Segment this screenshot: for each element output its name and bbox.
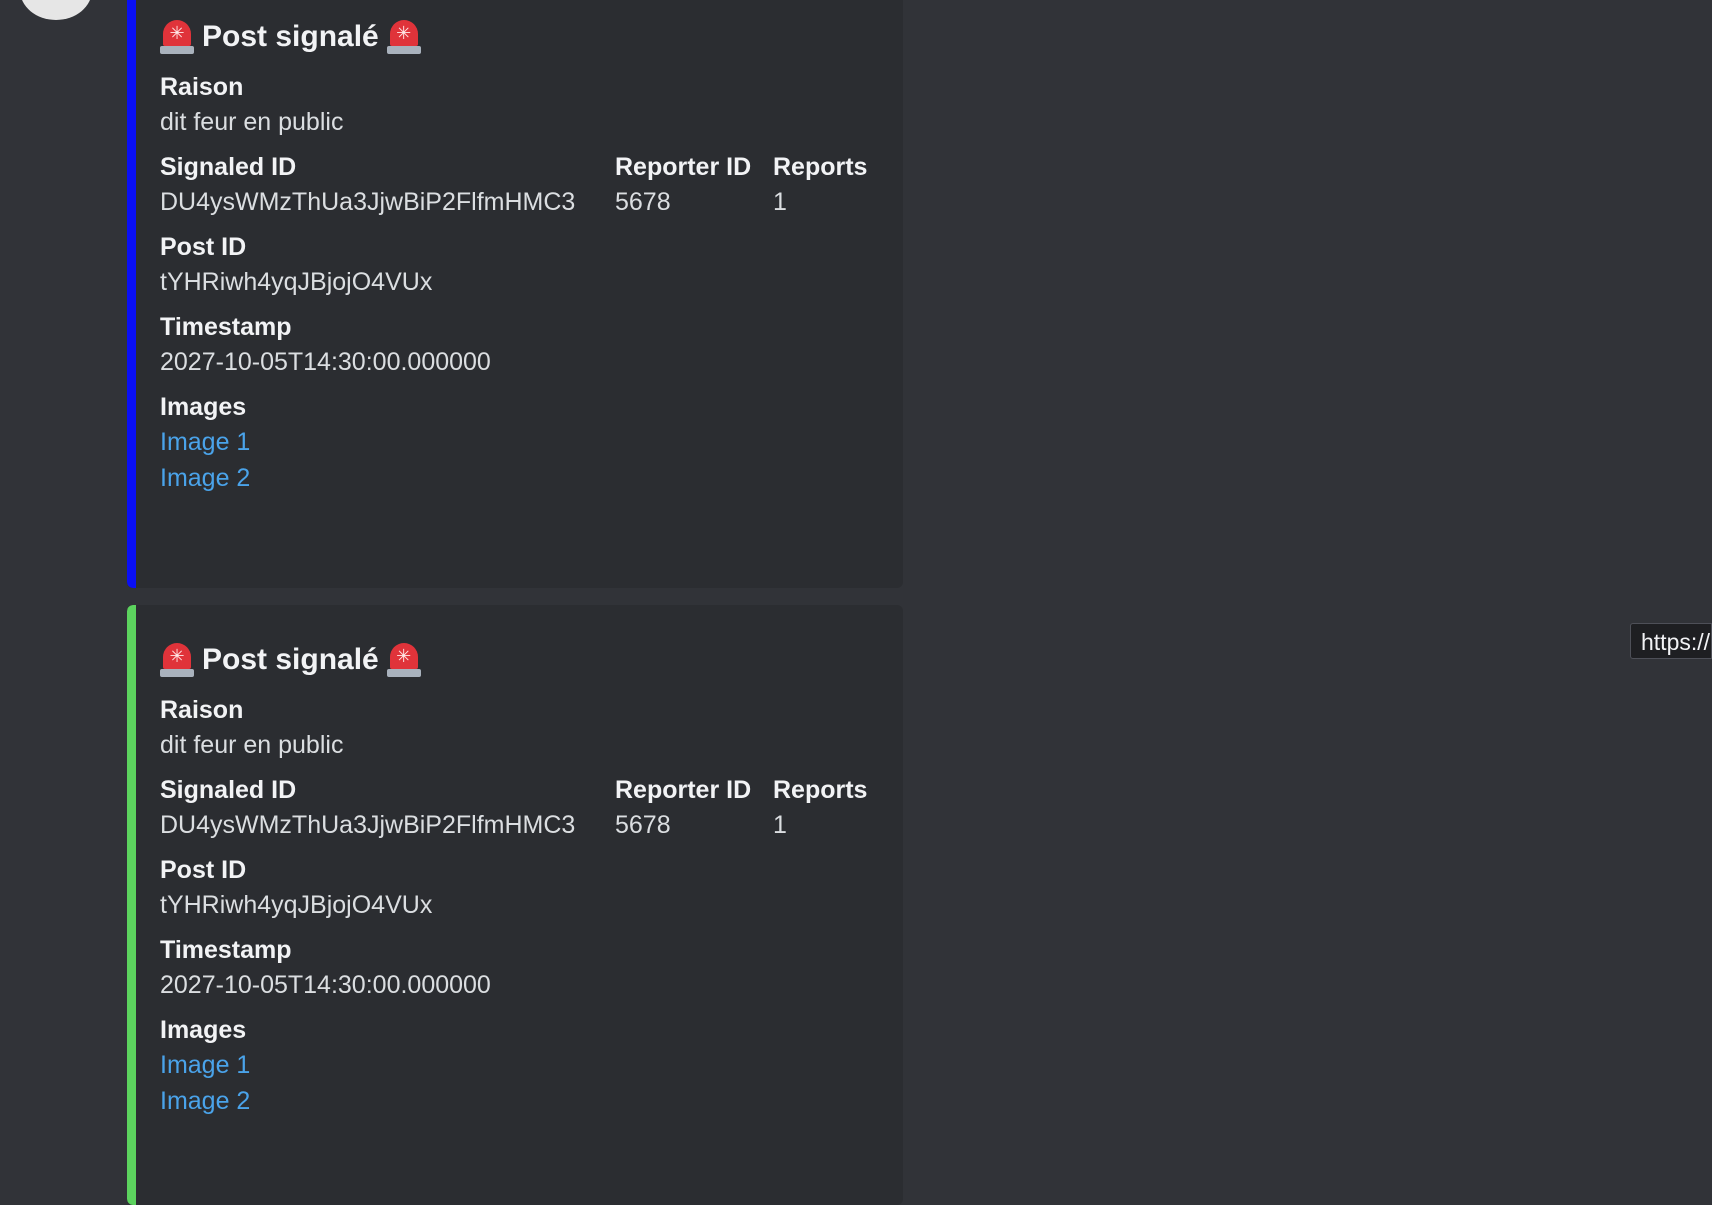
embed-title-text: Post signalé bbox=[202, 643, 379, 676]
report-embed: ✳ Post signalé ✳ Raison dit feur en publ… bbox=[127, 0, 903, 588]
field-value: tYHRiwh4yqJBjojO4VUx bbox=[160, 268, 433, 296]
field-value: 2027-10-05T14:30:00.000000 bbox=[160, 348, 491, 376]
image-link[interactable]: Image 2 bbox=[160, 1083, 887, 1119]
image-link[interactable]: Image 1 bbox=[160, 1047, 887, 1083]
field-value: 1 bbox=[773, 188, 787, 216]
field-label: Signaled ID bbox=[160, 776, 297, 804]
field-raison: Raison dit feur en public bbox=[160, 70, 887, 140]
field-signaled-id: Signaled ID DU4ysWMzThUa3JjwBiP2FlfmHMC3 bbox=[160, 150, 615, 220]
image-link[interactable]: Image 1 bbox=[160, 424, 887, 460]
field-value: tYHRiwh4yqJBjojO4VUx bbox=[160, 891, 433, 919]
field-reporter-id: Reporter ID 5678 bbox=[615, 150, 773, 220]
field-label: Raison bbox=[160, 696, 244, 724]
image-link[interactable]: Image 2 bbox=[160, 460, 887, 496]
field-reports: Reports 1 bbox=[773, 150, 883, 220]
field-signaled-id: Signaled ID DU4ysWMzThUa3JjwBiP2FlfmHMC3 bbox=[160, 773, 615, 843]
embed-title: ✳ Post signalé ✳ bbox=[160, 637, 887, 683]
field-reporter-id: Reporter ID 5678 bbox=[615, 773, 773, 843]
field-value: 2027-10-05T14:30:00.000000 bbox=[160, 971, 491, 999]
field-value: 1 bbox=[773, 811, 787, 839]
field-timestamp: Timestamp 2027-10-05T14:30:00.000000 bbox=[160, 310, 887, 380]
field-label: Images bbox=[160, 1016, 247, 1044]
field-value: dit feur en public bbox=[160, 108, 344, 136]
field-value: 5678 bbox=[615, 811, 671, 839]
field-label: Timestamp bbox=[160, 313, 292, 341]
rotating-light-icon: ✳ bbox=[386, 643, 421, 677]
embed-accent-bar bbox=[127, 605, 136, 1205]
field-timestamp: Timestamp 2027-10-05T14:30:00.000000 bbox=[160, 933, 887, 1003]
report-embed: ✳ Post signalé ✳ Raison dit feur en publ… bbox=[127, 605, 903, 1205]
field-value: DU4ysWMzThUa3JjwBiP2FlfmHMC3 bbox=[160, 811, 576, 839]
field-value: dit feur en public bbox=[160, 731, 344, 759]
embed-title-text: Post signalé bbox=[202, 20, 379, 53]
avatar[interactable] bbox=[20, 0, 92, 20]
rotating-light-icon: ✳ bbox=[386, 20, 421, 54]
rotating-light-icon: ✳ bbox=[160, 643, 194, 677]
field-value: DU4ysWMzThUa3JjwBiP2FlfmHMC3 bbox=[160, 188, 576, 216]
field-label: Raison bbox=[160, 73, 244, 101]
field-images: Images Image 1 Image 2 bbox=[160, 1013, 887, 1119]
field-label: Images bbox=[160, 393, 247, 421]
inline-fields: Signaled ID DU4ysWMzThUa3JjwBiP2FlfmHMC3… bbox=[160, 150, 887, 220]
field-label: Post ID bbox=[160, 233, 247, 261]
field-label: Timestamp bbox=[160, 936, 292, 964]
field-reports: Reports 1 bbox=[773, 773, 883, 843]
field-label: Signaled ID bbox=[160, 153, 297, 181]
field-label: Reports bbox=[773, 153, 868, 181]
field-post-id: Post ID tYHRiwh4yqJBjojO4VUx bbox=[160, 230, 887, 300]
field-post-id: Post ID tYHRiwh4yqJBjojO4VUx bbox=[160, 853, 887, 923]
field-label: Reporter ID bbox=[615, 776, 752, 804]
inline-fields: Signaled ID DU4ysWMzThUa3JjwBiP2FlfmHMC3… bbox=[160, 773, 887, 843]
embed-accent-bar bbox=[127, 0, 136, 588]
link-tooltip: https:// bbox=[1630, 623, 1712, 659]
field-label: Post ID bbox=[160, 856, 247, 884]
field-label: Reporter ID bbox=[615, 153, 752, 181]
embed-title: ✳ Post signalé ✳ bbox=[160, 14, 887, 60]
field-value: 5678 bbox=[615, 188, 671, 216]
field-images: Images Image 1 Image 2 bbox=[160, 390, 887, 496]
rotating-light-icon: ✳ bbox=[160, 20, 194, 54]
field-raison: Raison dit feur en public bbox=[160, 693, 887, 763]
field-label: Reports bbox=[773, 776, 868, 804]
